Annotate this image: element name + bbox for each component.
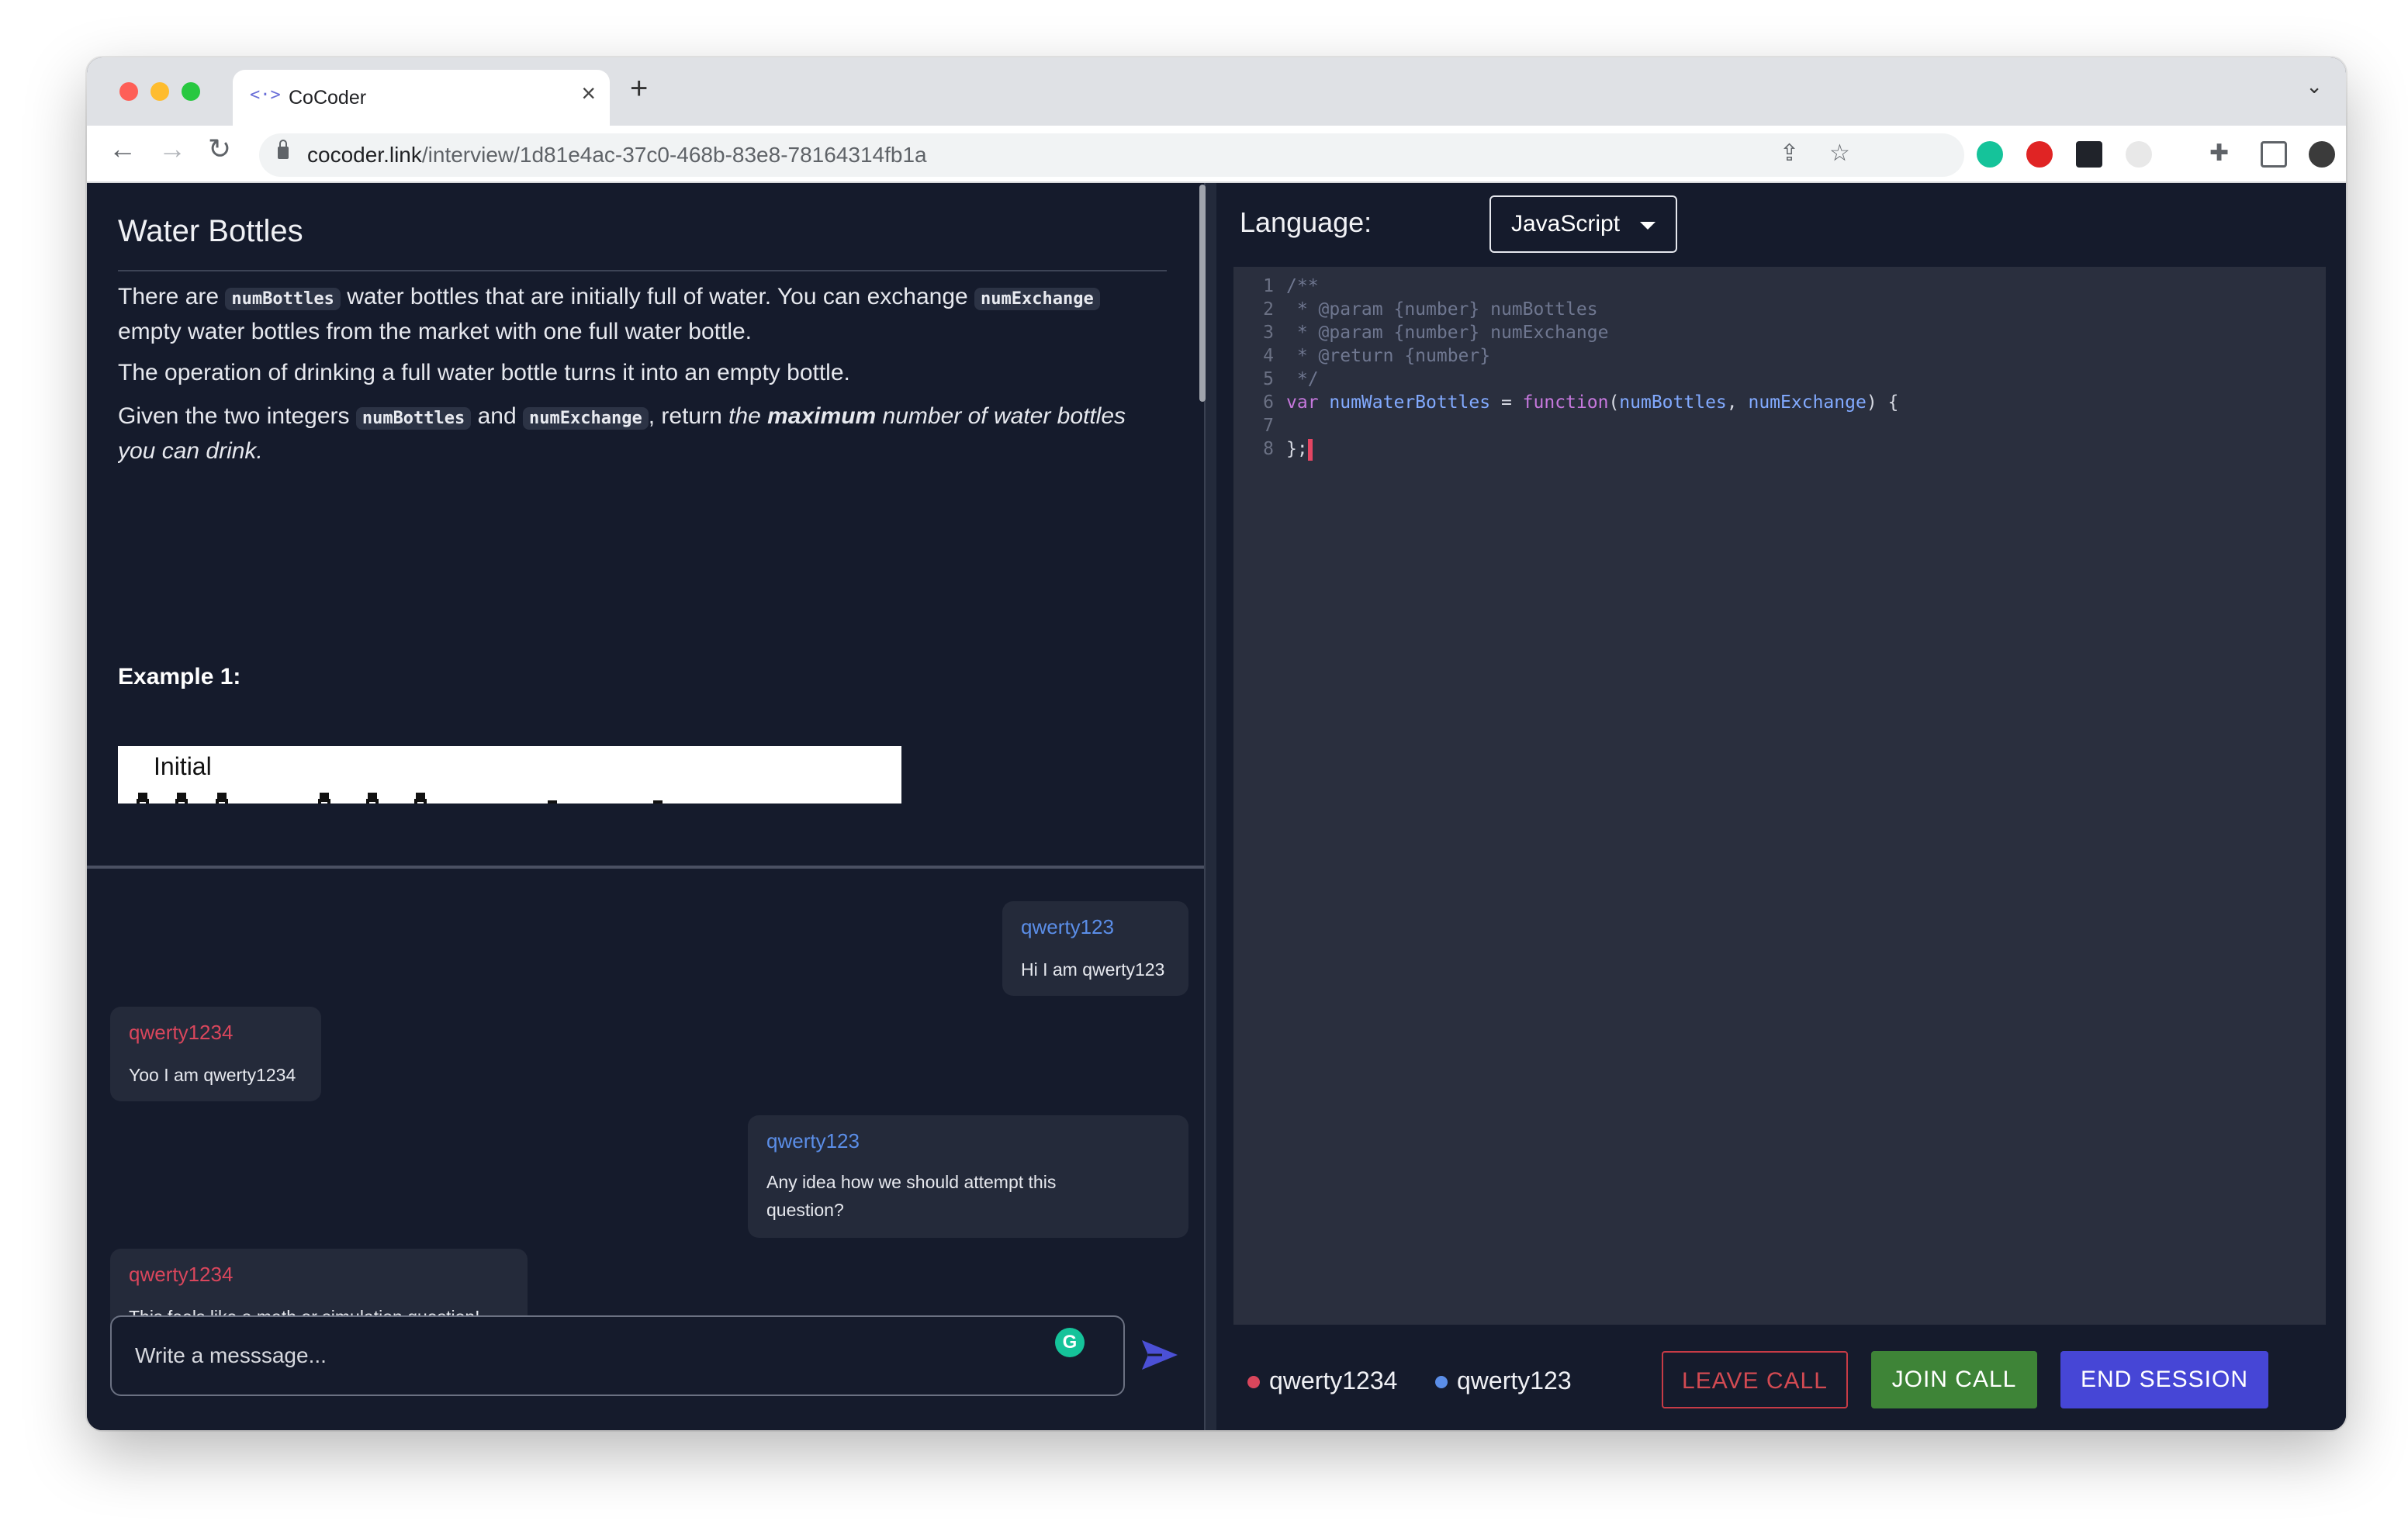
message-text: Hi I am qwerty123 [1021,959,1165,980]
code-numbottles: numBottles [225,288,341,310]
bottles-illustration [129,791,672,804]
tab-cocoder[interactable]: <·> CoCoder × [233,70,610,126]
react-devtools-icon[interactable] [2076,141,2102,168]
minimize-window-button[interactable] [150,82,169,101]
chevron-down-icon[interactable]: ⌄ [2306,74,2323,98]
problem-paragraph-3: Given the two integers numBottles and nu… [118,403,1126,464]
language-value: JavaScript [1511,211,1621,237]
remote-cursor [1307,439,1313,461]
title-divider [118,270,1167,271]
code-numbottles: numBottles [355,407,472,430]
code-numexchange: numExchange [523,407,649,430]
language-select[interactable]: JavaScript [1489,195,1677,253]
reload-icon[interactable]: ↻ [208,135,231,163]
message-text: Yoo I am qwerty1234 [129,1065,296,1085]
example-image: Initial [118,746,901,804]
vertical-splitter[interactable] [1204,183,1216,1430]
avatar[interactable] [2309,141,2335,168]
sidebar-icon[interactable] [2261,141,2287,168]
message-input[interactable] [135,1339,1035,1373]
forward-icon[interactable]: → [158,135,186,163]
tab-strip: <·> CoCoder × + ⌄ [87,57,2346,126]
scrollbar-thumb[interactable] [1199,185,1206,402]
back-icon[interactable]: ← [109,135,137,163]
grammarly-icon[interactable]: G [1055,1328,1085,1357]
caret-down-icon [1640,222,1656,230]
presence-dot [1435,1376,1448,1388]
send-icon[interactable] [1139,1334,1181,1376]
problem-paragraph-2: The operation of drinking a full water b… [118,360,850,385]
adblock-extension-icon[interactable] [2026,141,2053,168]
problem-paragraph-1: There are numBottles water bottles that … [118,281,1157,348]
message-author: qwerty1234 [129,1263,234,1286]
code-icon: <·> [250,85,281,105]
problem-description: Water Bottles There are numBottles water… [118,183,1188,804]
language-label: Language: [1240,206,1372,238]
participant-name: qwerty1234 [1269,1367,1398,1394]
tab-title: CoCoder [289,87,367,109]
join-call-button[interactable]: JOIN CALL [1871,1351,2037,1408]
participant-name: qwerty123 [1457,1367,1572,1394]
code-numexchange: numExchange [974,288,1100,310]
share-icon[interactable]: ⇪ [1780,140,1799,167]
puzzle-icon[interactable]: ✚ [2209,140,2229,167]
presence-dot [1247,1376,1260,1388]
code-editor[interactable]: 1/** 2 * @param {number} numBottles 3 * … [1233,267,2326,1325]
message-text: question? [766,1200,844,1220]
close-window-button[interactable] [119,82,138,101]
editor-pane: Language: JavaScript 1/** 2 * @param {nu… [1216,183,2346,1430]
message-input-box[interactable]: G [110,1315,1125,1396]
message-text: Any idea how we should attempt this [766,1172,1057,1192]
extension-icon[interactable] [2126,141,2152,168]
chat-message: qwerty123 Any idea how we should attempt… [748,1115,1188,1238]
star-icon[interactable]: ☆ [1829,140,1850,167]
leave-call-button[interactable]: LEAVE CALL [1662,1351,1848,1408]
address-bar[interactable]: cocoder.link/interview/1d81e4ac-37c0-468… [259,133,1964,177]
example-label: Example 1: [118,664,241,689]
cocoder-app: Water Bottles There are numBottles water… [87,183,2346,1430]
lock-icon [278,140,289,159]
message-author: qwerty123 [1021,915,1114,938]
chat-message: qwerty123 Hi I am qwerty123 [1002,901,1188,996]
message-author: qwerty123 [766,1129,860,1153]
url-text[interactable]: cocoder.link/interview/1d81e4ac-37c0-468… [307,143,927,168]
end-session-button[interactable]: END SESSION [2060,1351,2268,1408]
browser-window: <·> CoCoder × + ⌄ ← → ↻ cocoder.link/int… [87,57,2346,1430]
message-author: qwerty1234 [129,1021,234,1044]
browser-toolbar: ← → ↻ cocoder.link/interview/1d81e4ac-37… [87,126,2346,183]
left-pane: Water Bottles There are numBottles water… [87,183,1204,1430]
problem-title: Water Bottles [118,214,303,248]
session-footer: qwerty1234 qwerty123 LEAVE CALL JOIN CAL… [1216,1325,2346,1430]
chat-message: qwerty1234 Yoo I am qwerty1234 [110,1007,321,1101]
close-tab-icon[interactable]: × [581,81,596,105]
new-tab-button[interactable]: + [630,71,648,106]
grammarly-extension-icon[interactable] [1977,141,2003,168]
maximize-window-button[interactable] [182,82,200,101]
